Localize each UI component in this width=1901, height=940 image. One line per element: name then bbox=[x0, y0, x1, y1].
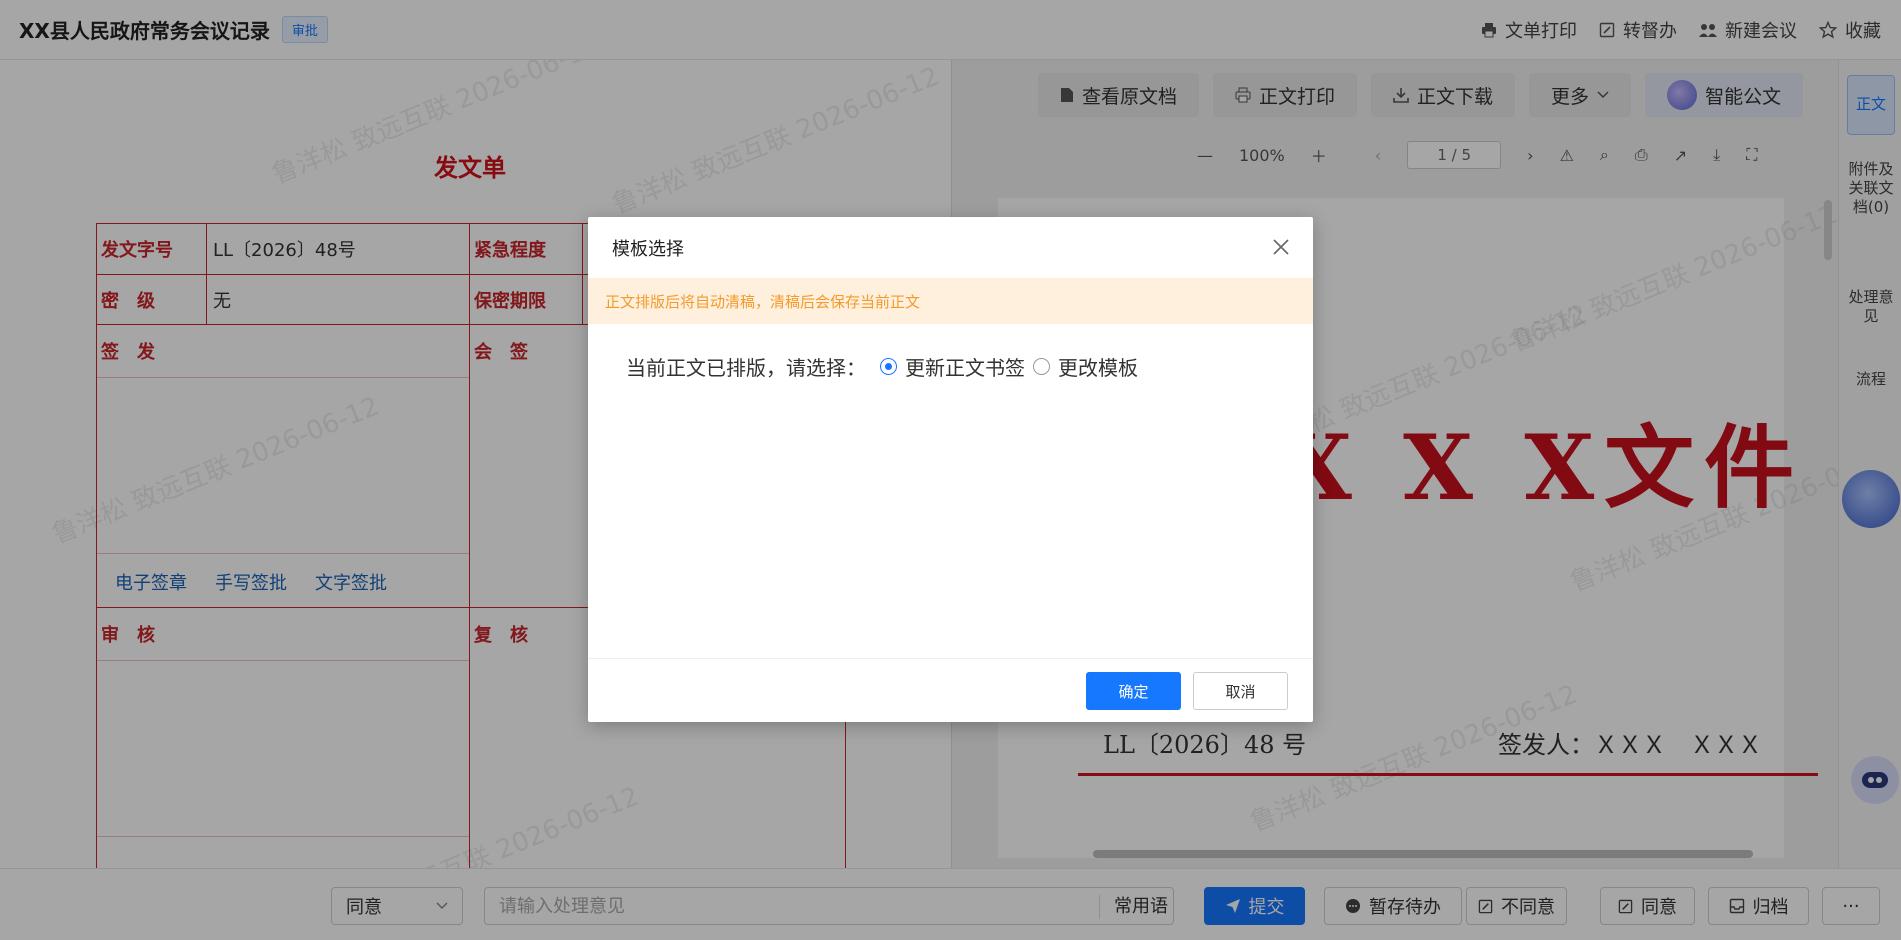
dialog-header: 模板选择 bbox=[588, 217, 1313, 278]
confirm-button[interactable]: 确定 bbox=[1086, 672, 1181, 710]
dialog-warning: 正文排版后将自动清稿，清稿后会保存当前正文 bbox=[588, 278, 1313, 324]
template-select-dialog: 模板选择 正文排版后将自动清稿，清稿后会保存当前正文 当前正文已排版，请选择： … bbox=[588, 217, 1313, 722]
cancel-button[interactable]: 取消 bbox=[1193, 672, 1288, 710]
change-template-label: 更改模板 bbox=[1058, 356, 1138, 380]
update-bookmark-radio[interactable]: 更新正文书签 bbox=[880, 352, 1025, 381]
radio-checked-icon bbox=[880, 358, 897, 375]
change-template-radio[interactable]: 更改模板 bbox=[1033, 352, 1138, 381]
dialog-footer: 确定 取消 bbox=[588, 658, 1313, 722]
dialog-title: 模板选择 bbox=[612, 238, 684, 260]
radio-unchecked-icon bbox=[1033, 358, 1050, 375]
close-icon[interactable] bbox=[1271, 237, 1291, 257]
dialog-body: 当前正文已排版，请选择： 更新正文书签 更改模板 bbox=[588, 324, 1313, 381]
dialog-prompt: 当前正文已排版，请选择： bbox=[626, 356, 866, 380]
update-bookmark-label: 更新正文书签 bbox=[905, 356, 1025, 380]
